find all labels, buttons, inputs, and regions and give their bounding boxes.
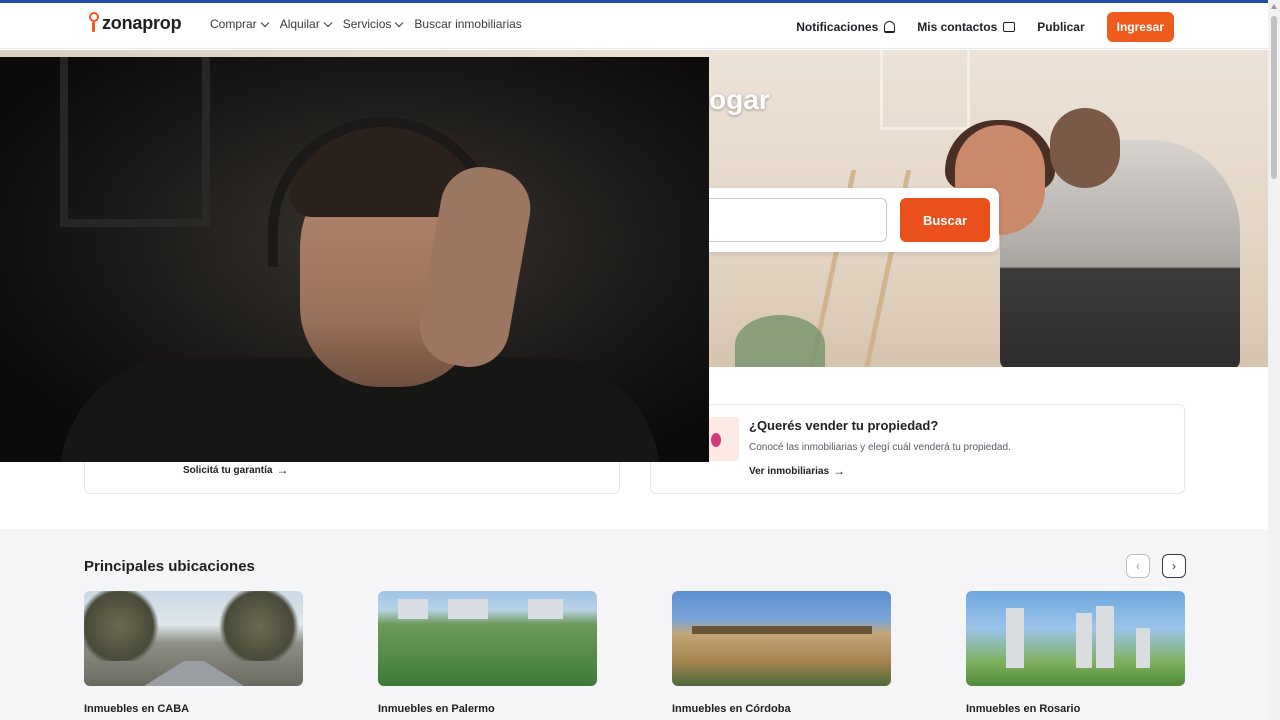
nav-buscar-inmobiliarias[interactable]: Buscar inmobiliarias <box>414 17 521 31</box>
sell-card-title: ¿Querés vender tu propiedad? <box>749 418 939 433</box>
location-card-caba[interactable]: Inmuebles en CABA <box>84 591 303 715</box>
nav-servicios-label: Servicios <box>342 17 392 31</box>
arrow-right-icon: → <box>276 463 289 477</box>
search-input[interactable] <box>709 198 887 242</box>
user-nav: Notificaciones Mis contactos Publicar In… <box>796 12 1174 42</box>
guarantee-link[interactable]: Solicitá tu garantía → <box>183 463 288 477</box>
nav-comprar[interactable]: Comprar <box>210 17 269 31</box>
nav-servicios[interactable]: Servicios <box>342 17 404 31</box>
chat-icon <box>1003 22 1016 32</box>
location-image-cordoba[interactable] <box>672 591 891 686</box>
notifications-link[interactable]: Notificaciones <box>796 20 896 34</box>
hero-search-box: Buscar <box>709 188 999 252</box>
chevron-down-icon <box>395 18 404 27</box>
location-image-caba[interactable] <box>84 591 303 686</box>
logo-pin-icon <box>88 12 100 34</box>
location-image-rosario[interactable] <box>966 591 1185 686</box>
nav-alquilar[interactable]: Alquilar <box>279 17 332 31</box>
nav-buscar-inmobiliarias-label: Buscar inmobiliarias <box>414 17 522 31</box>
site-header: zonaprop Comprar Alquilar Servicios Busc… <box>0 3 1268 49</box>
carousel-next-button[interactable]: › <box>1162 554 1186 578</box>
page-scrollbar[interactable] <box>1268 0 1280 720</box>
logo-text: zonaprop <box>102 12 182 33</box>
sell-card-description: Conocé las inmobiliarias y elegí cuál ve… <box>749 442 1011 453</box>
contacts-link[interactable]: Mis contactos <box>917 20 1016 34</box>
hero-person-head <box>1050 108 1120 188</box>
hero-plant-decoration <box>735 315 825 367</box>
location-label-cordoba[interactable]: Inmuebles en Córdoba <box>672 703 791 715</box>
hero-window-decoration <box>880 50 970 130</box>
location-label-rosario[interactable]: Inmuebles en Rosario <box>966 703 1080 715</box>
chevron-right-icon: › <box>1172 559 1176 573</box>
location-label-palermo[interactable]: Inmuebles en Palermo <box>378 703 495 715</box>
scroll-up-arrow-icon[interactable] <box>1271 4 1277 9</box>
publish-link[interactable]: Publicar <box>1037 20 1084 34</box>
agencies-link[interactable]: Ver inmobiliarias → <box>749 464 845 478</box>
login-button[interactable]: Ingresar <box>1106 12 1174 42</box>
agencies-link-label: Ver inmobiliarias <box>749 465 830 477</box>
webcam-overlay <box>0 57 709 462</box>
nav-alquilar-label: Alquilar <box>279 17 320 31</box>
sell-property-card: ¿Querés vender tu propiedad? Conocé las … <box>650 404 1185 494</box>
nav-comprar-label: Comprar <box>210 17 257 31</box>
location-image-palermo[interactable] <box>378 591 597 686</box>
chevron-down-icon <box>323 18 332 27</box>
contacts-label: Mis contactos <box>917 20 998 34</box>
scroll-thumb[interactable] <box>1271 16 1277 179</box>
main-nav: Comprar Alquilar Servicios Buscar inmobi… <box>210 17 522 31</box>
location-card-rosario[interactable]: Inmuebles en Rosario <box>966 591 1185 715</box>
notifications-label: Notificaciones <box>796 20 879 34</box>
guarantee-link-label: Solicitá tu garantía <box>183 464 273 476</box>
chevron-down-icon <box>260 18 269 27</box>
hero-title: ogar <box>709 84 770 115</box>
carousel-prev-button[interactable]: ‹ <box>1126 554 1150 578</box>
location-label-caba[interactable]: Inmuebles en CABA <box>84 703 189 715</box>
location-card-cordoba[interactable]: Inmuebles en Córdoba <box>672 591 891 715</box>
bell-icon <box>884 21 896 33</box>
locations-section: Principales ubicaciones ‹ › Inmuebles en… <box>0 529 1268 720</box>
chevron-left-icon: ‹ <box>1136 559 1140 573</box>
search-button[interactable]: Buscar <box>900 198 990 242</box>
webcam-background-shelf <box>60 57 210 227</box>
arrow-right-icon: → <box>833 464 846 478</box>
locations-title: Principales ubicaciones <box>84 558 255 575</box>
zonaprop-logo[interactable]: zonaprop <box>88 12 182 34</box>
location-card-palermo[interactable]: Inmuebles en Palermo <box>378 591 597 715</box>
sell-illustration <box>709 417 739 461</box>
publish-label: Publicar <box>1037 20 1085 34</box>
